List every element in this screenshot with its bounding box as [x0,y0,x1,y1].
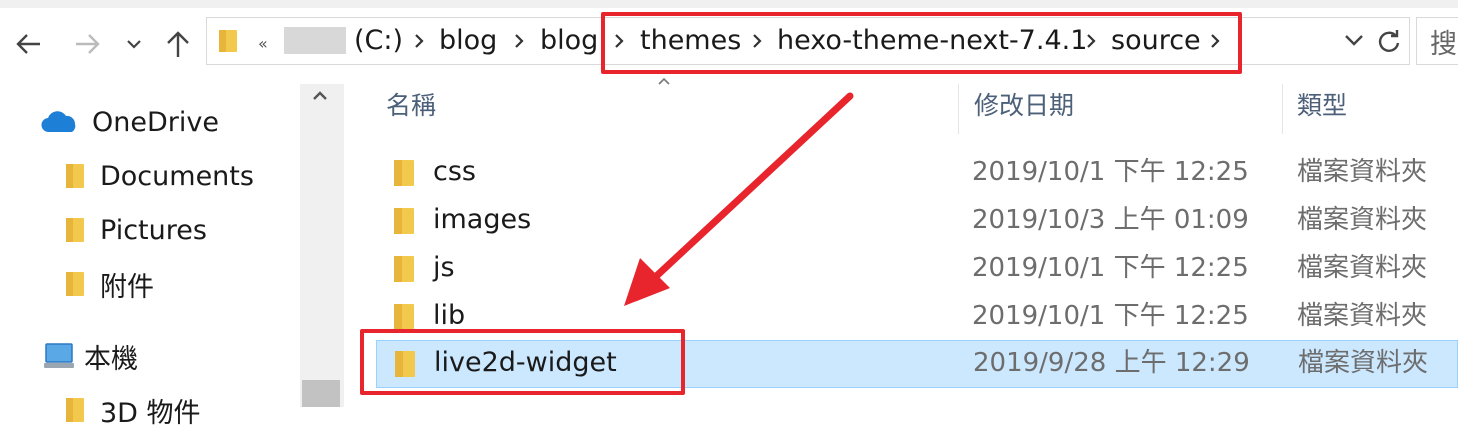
annotation-arrow-icon [624,92,854,306]
